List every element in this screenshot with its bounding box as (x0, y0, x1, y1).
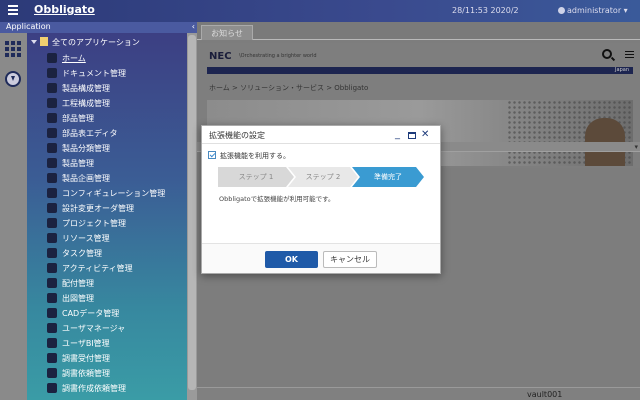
user-menu[interactable]: administrator ▾ (558, 6, 628, 15)
tree-item-user-bi[interactable]: ユーザBI管理 (47, 336, 110, 351)
nec-tagline: \Orchestrating a brighter world (239, 53, 317, 59)
step-2: ステップ 2 (288, 167, 358, 187)
tree-item-configuration[interactable]: コンフィギュレーション管理 (47, 186, 165, 201)
part-icon (47, 113, 57, 123)
task-icon (47, 248, 57, 258)
close-icon[interactable]: ✕ (421, 129, 429, 141)
tool-rail (0, 33, 27, 400)
cad-icon (47, 308, 57, 318)
vault-name: vault001 (527, 390, 563, 399)
user-bi-icon (47, 338, 57, 348)
application-tree: 全てのアプリケーション ホーム ドキュメント管理 製品構成管理 工程構成管理 部… (27, 33, 187, 400)
chevron-down-icon[interactable]: ▾ (634, 143, 638, 151)
request-icon (47, 368, 57, 378)
tree-item-product[interactable]: 製品管理 (47, 156, 94, 171)
tree-root-label: 全てのアプリケーション (52, 38, 140, 47)
collapse-panel-icon[interactable]: ‹ (192, 22, 195, 31)
tree-item-classification[interactable]: 製品分類管理 (47, 141, 110, 156)
checkbox-label: 拡張機能を利用する。 (220, 152, 290, 160)
status-message: Obbligatoで拡張機能が利用可能です。 (219, 195, 335, 203)
user-manager-icon (47, 323, 57, 333)
top-bar: Obbligato 28/11:53 2020/2 administrator … (0, 0, 640, 22)
navigator-icon[interactable] (5, 71, 21, 87)
tree-item-process[interactable]: 工程構成管理 (47, 96, 110, 111)
minimize-icon[interactable]: _ (395, 129, 400, 141)
maximize-icon[interactable] (408, 132, 416, 139)
document-icon (47, 68, 57, 78)
nec-logo[interactable]: NEC (209, 51, 232, 62)
folder-icon (40, 37, 48, 46)
tree-item-request[interactable]: 調書依頼管理 (47, 366, 110, 381)
site-nav-bar: Japan (207, 67, 633, 74)
planning-icon (47, 173, 57, 183)
tree-item-change-order[interactable]: 設計変更オーダ管理 (47, 201, 134, 216)
ok-button[interactable]: OK (265, 251, 318, 268)
user-name: administrator ▾ (567, 6, 628, 15)
expand-arrow-icon[interactable] (31, 40, 37, 44)
application-title: Application (6, 22, 51, 31)
tree-scrollbar[interactable] (187, 33, 197, 400)
clock-text: 28/11:53 2020/2 (452, 6, 519, 15)
dialog-title: 拡張機能の設定 (209, 131, 265, 140)
application-header: Application ‹ (0, 22, 197, 33)
menu-icon[interactable] (625, 51, 634, 60)
scrollbar-thumb[interactable] (188, 35, 196, 390)
tree-item-drawing-release[interactable]: 出図管理 (47, 291, 94, 306)
hamburger-menu-icon[interactable] (8, 5, 18, 16)
change-order-icon (47, 203, 57, 213)
dialog-title-bar[interactable]: 拡張機能の設定 _ ✕ (202, 126, 440, 144)
step-ready: 準備完了 (352, 167, 424, 187)
configuration-icon (47, 188, 57, 198)
dialog-footer: OK キャンセル (202, 243, 440, 273)
reception-icon (47, 353, 57, 363)
language-label[interactable]: Japan (615, 67, 629, 74)
tree-item-cad[interactable]: CADデータ管理 (47, 306, 119, 321)
bom-editor-icon (47, 128, 57, 138)
tree-item-reception[interactable]: 調書受付管理 (47, 351, 110, 366)
status-footer: vault001 (197, 387, 640, 400)
step-indicator: ステップ 1 ステップ 2 準備完了 (218, 167, 424, 187)
extension-settings-dialog: 拡張機能の設定 _ ✕ 拡張機能を利用する。 ステップ 1 ステップ 2 準備完… (201, 125, 441, 274)
resource-icon (47, 233, 57, 243)
tree-item-bom-editor[interactable]: 部品表エディタ (47, 126, 117, 141)
app-grid-icon[interactable] (5, 41, 21, 57)
project-icon (47, 218, 57, 228)
breadcrumb: ホーム > ソリューション・サービス > Obbligato (209, 84, 369, 92)
activity-icon (47, 263, 57, 273)
user-icon (558, 7, 565, 14)
tree-item-project[interactable]: プロジェクト管理 (47, 216, 126, 231)
tree-item-home[interactable]: ホーム (47, 51, 86, 66)
search-icon[interactable] (602, 49, 612, 59)
tree-item-creation-request[interactable]: 調書作成依頼管理 (47, 381, 126, 396)
process-icon (47, 98, 57, 108)
creation-request-icon (47, 383, 57, 393)
tab-news[interactable]: お知らせ (201, 25, 253, 40)
distribution-icon (47, 278, 57, 288)
tree-item-document[interactable]: ドキュメント管理 (47, 66, 126, 81)
cancel-button[interactable]: キャンセル (323, 251, 377, 268)
enable-extension-checkbox[interactable]: 拡張機能を利用する。 (208, 151, 290, 161)
checkbox-checked-icon[interactable] (208, 151, 216, 159)
step-1: ステップ 1 (218, 167, 294, 187)
product-structure-icon (47, 83, 57, 93)
brand-link[interactable]: Obbligato (34, 3, 95, 16)
tab-strip: お知らせ (197, 22, 640, 40)
tree-item-activity[interactable]: アクティビティ管理 (47, 261, 133, 276)
tree-item-task[interactable]: タスク管理 (47, 246, 102, 261)
tree-item-part[interactable]: 部品管理 (47, 111, 94, 126)
classification-icon (47, 143, 57, 153)
tree-item-resource[interactable]: リソース管理 (47, 231, 110, 246)
home-icon (47, 53, 57, 63)
tree-item-product-structure[interactable]: 製品構成管理 (47, 81, 110, 96)
tree-item-planning[interactable]: 製品企画管理 (47, 171, 110, 186)
tree-item-user-manager[interactable]: ユーザマネージャ (47, 321, 125, 336)
product-icon (47, 158, 57, 168)
tree-item-distribution[interactable]: 配付管理 (47, 276, 94, 291)
drawing-release-icon (47, 293, 57, 303)
tree-root-all-apps[interactable]: 全てのアプリケーション (31, 37, 140, 49)
